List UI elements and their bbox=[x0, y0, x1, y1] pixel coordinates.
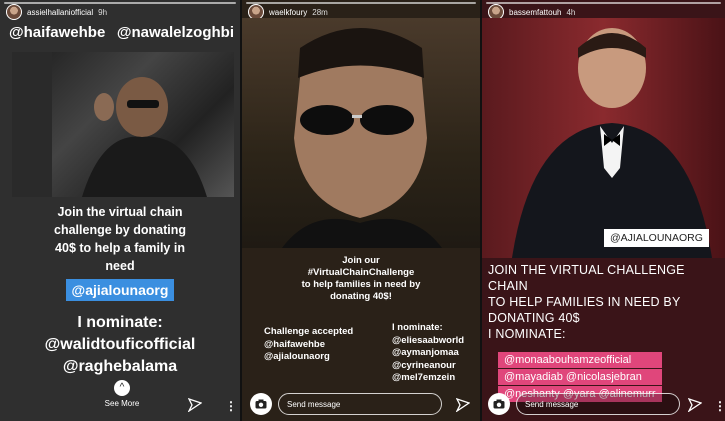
mention-tag[interactable]: @cyrineanour bbox=[392, 360, 464, 373]
camera-button[interactable] bbox=[488, 393, 510, 415]
sunglasses-graphic bbox=[300, 105, 414, 135]
text-line: Join our bbox=[342, 255, 380, 266]
send-message-input[interactable]: Send message bbox=[278, 393, 442, 415]
mention-tag[interactable]: @haifawehbe bbox=[9, 24, 105, 41]
accepted-block: Challenge accepted @haifawehbe @ajialoun… bbox=[264, 326, 353, 364]
see-more-label: See More bbox=[104, 399, 140, 408]
text-line: donating 40$! bbox=[330, 291, 392, 302]
timestamp: 4h bbox=[566, 7, 576, 17]
username[interactable]: assielhallaniofficial bbox=[27, 8, 93, 17]
camera-button[interactable] bbox=[250, 393, 272, 415]
story-photo bbox=[482, 18, 725, 258]
nominate-label: I nominate: bbox=[77, 314, 163, 331]
accepted-label: Challenge accepted bbox=[264, 326, 354, 337]
text-line: TO HELP FAMILIES IN NEED BY bbox=[488, 295, 681, 309]
mention-tag[interactable]: @ajialounaorg bbox=[264, 351, 353, 364]
send-icon[interactable] bbox=[188, 398, 202, 412]
text-line: JOIN THE VIRTUAL CHALLENGE CHAIN bbox=[488, 263, 685, 293]
timestamp: 9h bbox=[98, 7, 108, 17]
story-panel-3[interactable]: bassemfattouh 4h @AJIALOUNAORG JOIN THE … bbox=[482, 0, 725, 421]
nominate-block: I nominate: @eliesaabworld @aymanjomaa @… bbox=[392, 322, 464, 385]
story-photo bbox=[12, 52, 234, 197]
text-line: to help families in need by bbox=[301, 279, 421, 290]
highlight-tag[interactable]: @ajialounaorg bbox=[65, 279, 175, 301]
mention-tag[interactable]: @walidtouficofficial bbox=[0, 334, 240, 356]
more-options-icon[interactable]: ⋮ bbox=[714, 400, 725, 412]
send-icon[interactable] bbox=[456, 398, 470, 412]
story-header[interactable]: assielhallaniofficial 9h bbox=[6, 4, 107, 20]
story-text: Join our #VirtualChainChallenge to help … bbox=[242, 255, 480, 303]
text-line: challenge by donating bbox=[54, 223, 186, 237]
mention-tag[interactable]: @eliesaabworld bbox=[392, 335, 464, 348]
text-line: 40$ to help a family in bbox=[55, 241, 185, 255]
nominate-block: I nominate: @walidtouficofficial @ragheb… bbox=[0, 312, 240, 378]
story-panel-1[interactable]: assielhallaniofficial 9h @haifawehbe @na… bbox=[0, 0, 240, 421]
text-line: DONATING 40$ bbox=[488, 311, 580, 325]
mention-tag[interactable]: @haifawehbe bbox=[264, 339, 353, 352]
text-line: Join the virtual chain bbox=[57, 205, 183, 219]
story-text: Join the virtual chain challenge by dona… bbox=[0, 203, 240, 301]
timestamp: 28m bbox=[312, 7, 328, 17]
mention-tag[interactable]: @monaabouhamzeofficial bbox=[498, 352, 662, 368]
story-photo bbox=[242, 18, 480, 248]
nominate-label: I nominate: bbox=[392, 322, 443, 333]
hashtag[interactable]: #VirtualChainChallenge bbox=[242, 267, 480, 279]
mention-tag[interactable]: @aymanjomaa bbox=[392, 347, 464, 360]
text-line: I NOMINATE: bbox=[488, 327, 566, 341]
story-text: JOIN THE VIRTUAL CHALLENGE CHAIN TO HELP… bbox=[488, 262, 721, 342]
photo-figure bbox=[12, 52, 207, 197]
mention-sticker[interactable]: @AJIALOUNAORG bbox=[604, 229, 709, 247]
send-message-input[interactable]: Send message bbox=[516, 393, 680, 415]
username[interactable]: waelkfoury bbox=[269, 8, 307, 17]
story-panel-2[interactable]: waelkfoury 28m Join our #VirtualChainCha… bbox=[242, 0, 480, 421]
mention-tag[interactable]: @raghebalama bbox=[0, 356, 240, 378]
camera-icon bbox=[255, 399, 267, 409]
mention-tag[interactable]: @mel7emzein bbox=[392, 372, 464, 385]
more-options-icon[interactable]: ⋮ bbox=[225, 400, 237, 412]
mention-tags: @haifawehbe @nawalelzoghbi bbox=[9, 24, 234, 41]
mention-tag[interactable]: @mayadiab @nicolasjebran bbox=[498, 369, 662, 385]
camera-icon bbox=[493, 399, 505, 409]
text-line: need bbox=[105, 259, 135, 273]
see-more-button[interactable]: ^ See More bbox=[100, 380, 144, 408]
chevron-up-icon: ^ bbox=[114, 380, 130, 396]
photo-figure bbox=[512, 28, 712, 258]
mention-tag[interactable]: @nawalelzoghbi bbox=[117, 24, 234, 41]
username[interactable]: bassemfattouh bbox=[509, 8, 561, 17]
avatar[interactable] bbox=[6, 4, 22, 20]
send-icon[interactable] bbox=[688, 398, 702, 412]
